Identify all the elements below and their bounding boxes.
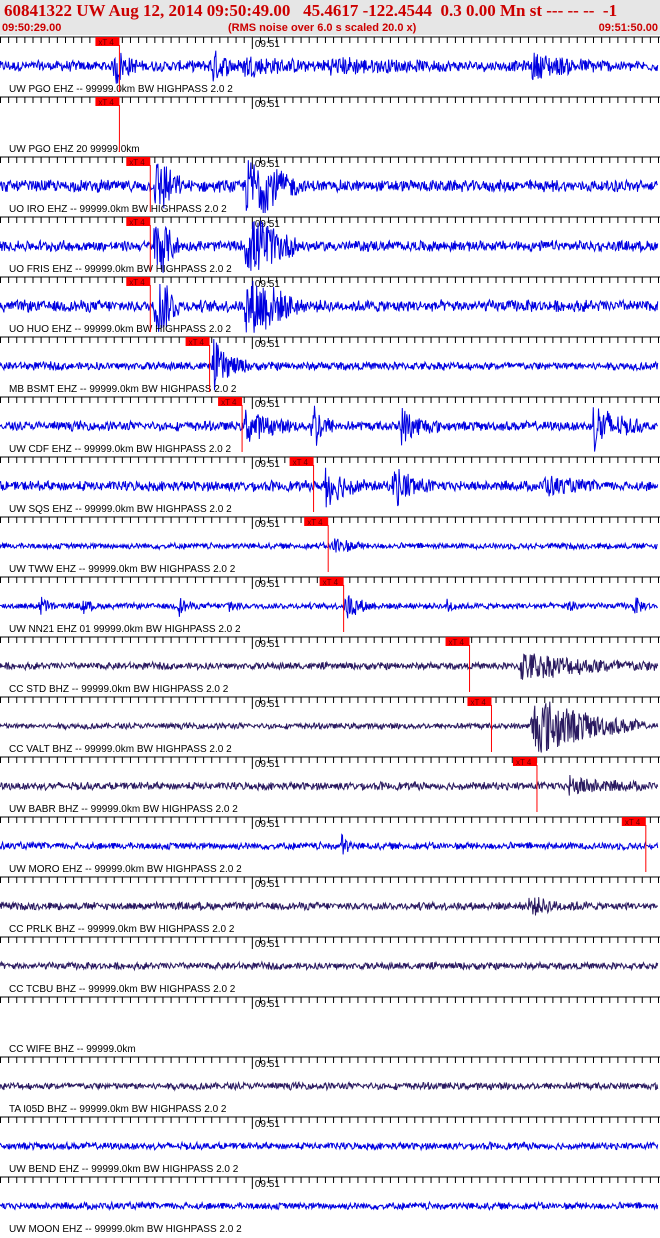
station-label: UW MORO EHZ -- 99999.0km BW HIGHPASS 2.0… <box>9 864 242 875</box>
time-tick-label: 09:51 <box>255 819 280 830</box>
time-tick-label: 09:51 <box>255 399 280 410</box>
trace-panel: 09:51 UW PGO EHZ 20 99999.0km xT 4 <box>0 96 660 155</box>
trace-panel: 09:51 UW PGO EHZ -- 99999.0km BW HIGHPASS… <box>0 36 660 95</box>
seismic-trace <box>0 833 659 855</box>
trace-panel: 09:51 CC PRLK BHZ -- 99999.0km BW HIGHPAS… <box>0 876 660 935</box>
time-tick-label: 09:51 <box>255 279 280 290</box>
seismic-trace <box>0 960 659 972</box>
pick-label: xT 4 <box>98 38 114 47</box>
time-tick-label: 09:51 <box>255 999 280 1010</box>
pick-label: xT 4 <box>470 698 486 707</box>
station-label: UO FRIS EHZ -- 99999.0km BW HIGHPASS 2.0… <box>9 264 232 275</box>
trace-panel: 09:51 UW CDF EHZ -- 99999.0km BW HIGHPASS… <box>0 396 660 455</box>
pick-label: xT 4 <box>516 758 532 767</box>
pick-label: xT 4 <box>129 218 145 227</box>
trace-panel: 09:51 MB BSMT EHZ -- 99999.0km BW HIGHPAS… <box>0 336 660 395</box>
trace-panel: 09:51 UW MOON EHZ -- 99999.0km BW HIGHPAS… <box>0 1176 660 1235</box>
pick-label: xT 4 <box>307 518 323 527</box>
trace-panel: 09:51 CC TCBU BHZ -- 99999.0km BW HIGHPAS… <box>0 936 660 995</box>
station-label: CC VALT BHZ -- 99999.0km BW HIGHPASS 2.0… <box>9 744 232 755</box>
trace-panel: 09:51 CC STD BHZ -- 99999.0km BW HIGHPASS… <box>0 636 660 695</box>
station-label: CC STD BHZ -- 99999.0km BW HIGHPASS 2.0 … <box>9 684 229 695</box>
time-tick-label: 09:51 <box>255 939 280 950</box>
time-tick-label: 09:51 <box>255 699 280 710</box>
time-tick-label: 09:51 <box>255 1059 280 1070</box>
station-label: UO HUO EHZ -- 99999.0km BW HIGHPASS 2.0 … <box>9 324 232 335</box>
trace-panel: 09:51UO FRIS EHZ -- 99999.0km BW HIGHPAS… <box>0 216 660 275</box>
pick-label: xT 4 <box>129 158 145 167</box>
header-bar: 60841322 UW Aug 12, 2014 09:50:49.00 45.… <box>0 0 660 35</box>
station-label: UW BEND EHZ -- 99999.0km BW HIGHPASS 2.0… <box>9 1164 239 1175</box>
end-time-label: 09:51:50.00 <box>598 22 658 34</box>
trace-panel: 09:51 UW MORO EHZ -- 99999.0km BW HIGHPAS… <box>0 816 660 875</box>
pick-label: xT 4 <box>625 818 641 827</box>
seismic-trace <box>0 897 659 916</box>
station-label: UW SQS EHZ -- 99999.0km BW HIGHPASS 2.0 … <box>9 504 232 515</box>
station-label: UW PGO EHZ -- 99999.0km BW HIGHPASS 2.0 … <box>9 84 233 95</box>
seismic-trace <box>0 1080 659 1092</box>
seismic-trace <box>0 338 659 391</box>
trace-panel: 09:51 CC VALT BHZ -- 99999.0km BW HIGHPAS… <box>0 696 660 755</box>
pick-label: xT 4 <box>189 338 205 347</box>
seismic-trace <box>0 1140 659 1152</box>
time-tick-label: 09:51 <box>255 1119 280 1130</box>
station-label: CC TCBU BHZ -- 99999.0km BW HIGHPASS 2.0… <box>9 984 236 995</box>
pick-label: xT 4 <box>323 578 339 587</box>
time-tick-label: 09:51 <box>255 579 280 590</box>
time-tick-label: 09:51 <box>255 459 280 470</box>
page-title: 60841322 UW Aug 12, 2014 09:50:49.00 45.… <box>4 1 618 20</box>
station-label: CC WIFE BHZ -- 99999.0km <box>9 1044 136 1055</box>
scale-note-label: (RMS noise over 6.0 s scaled 20.0 x) <box>228 22 417 34</box>
station-label: UO IRO EHZ -- 99999.0km BW HIGHPASS 2.0 … <box>9 204 227 215</box>
pick-label: xT 4 <box>129 278 145 287</box>
station-label: CC PRLK BHZ -- 99999.0km BW HIGHPASS 2.0… <box>9 924 235 935</box>
time-tick-label: 09:51 <box>255 99 280 110</box>
time-tick-label: 09:51 <box>255 519 280 530</box>
trace-panel: 09:51 UO HUO EHZ -- 99999.0km BW HIGHPASS… <box>0 276 660 335</box>
station-label: UW TWW EHZ -- 99999.0km BW HIGHPASS 2.0 … <box>9 564 236 575</box>
seismogram-plot: 09:51 UW PGO EHZ -- 99999.0km BW HIGHPASS… <box>0 36 660 1235</box>
pick-label: xT 4 <box>98 98 114 107</box>
seismic-trace <box>0 50 659 84</box>
seismic-trace <box>0 595 659 619</box>
time-tick-label: 09:51 <box>255 759 280 770</box>
trace-panel: 09:51 UW BABR BHZ -- 99999.0km BW HIGHPAS… <box>0 756 660 815</box>
time-tick-label: 09:51 <box>255 1179 280 1190</box>
station-label: UW NN21 EHZ 01 99999.0km BW HIGHPASS 2.0… <box>9 624 241 635</box>
seismic-trace <box>0 1200 659 1212</box>
trace-panel: 09:51 TA I05D BHZ -- 99999.0km BW HIGHPAS… <box>0 1056 660 1115</box>
station-label: UW BABR BHZ -- 99999.0km BW HIGHPASS 2.0… <box>9 804 238 815</box>
pick-label: xT 4 <box>221 398 237 407</box>
seismic-trace <box>0 538 658 553</box>
time-tick-label: 09:51 <box>255 339 280 350</box>
station-label: UW PGO EHZ 20 99999.0km <box>9 144 140 155</box>
trace-panel: 09:51 UW TWW EHZ -- 99999.0km BW HIGHPASS… <box>0 516 660 575</box>
pick-label: xT 4 <box>449 638 465 647</box>
trace-panel: 09:51 CC WIFE BHZ -- 99999.0km <box>0 996 660 1055</box>
station-label: MB BSMT EHZ -- 99999.0km BW HIGHPASS 2.0… <box>9 384 237 395</box>
time-tick-label: 09:51 <box>255 39 280 50</box>
seismic-trace <box>0 467 659 508</box>
trace-panel: 09:51 UW BEND EHZ -- 99999.0km BW HIGHPAS… <box>0 1116 660 1175</box>
seismic-trace <box>0 774 659 796</box>
seismic-trace <box>0 653 659 680</box>
trace-panel: 09:51 UW SQS EHZ -- 99999.0km BW HIGHPASS… <box>0 456 660 515</box>
time-tick-label: 09:51 <box>255 639 280 650</box>
station-label: UW CDF EHZ -- 99999.0km BW HIGHPASS 2.0 … <box>9 444 232 455</box>
station-label: TA I05D BHZ -- 99999.0km BW HIGHPASS 2.0… <box>9 1104 227 1115</box>
pick-label: xT 4 <box>293 458 309 467</box>
trace-panel: 09:51 UW NN21 EHZ 01 99999.0km BW HIGHPAS… <box>0 576 660 635</box>
start-time-label: 09:50:29.00 <box>2 22 62 34</box>
station-label: UW MOON EHZ -- 99999.0km BW HIGHPASS 2.0… <box>9 1224 242 1235</box>
time-tick-label: 09:51 <box>255 159 280 170</box>
time-tick-label: 09:51 <box>255 879 280 890</box>
trace-panel: 09:51 UO IRO EHZ -- 99999.0km BW HIGHPASS… <box>0 156 660 215</box>
